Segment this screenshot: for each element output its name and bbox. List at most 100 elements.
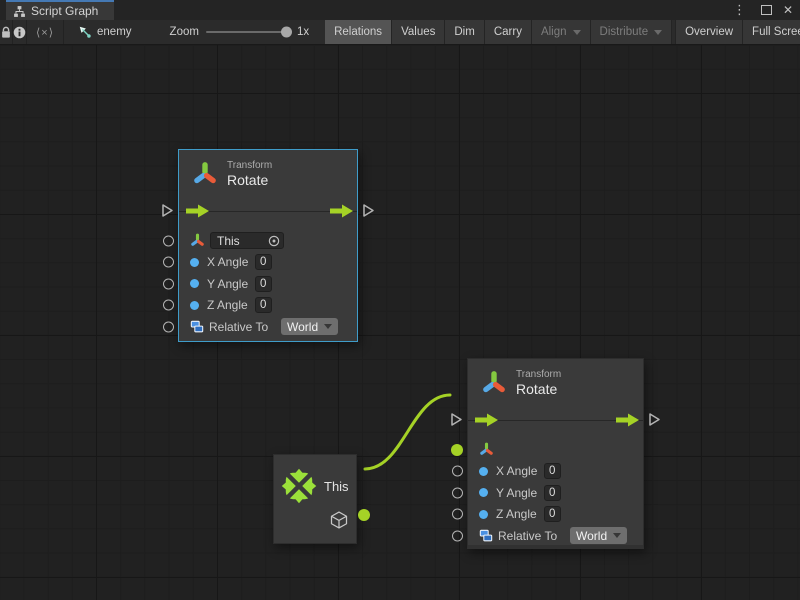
script-graph-asset-icon xyxy=(78,25,92,39)
flow-input-port[interactable] xyxy=(162,204,174,218)
z-angle-row: Z Angle 0 xyxy=(179,295,357,317)
node-rotate-selected[interactable]: Transform Rotate This xyxy=(178,149,358,342)
zoom-value: 1x xyxy=(297,26,309,38)
graph-toolbar: ⟨×⟩ enemy Zoom 1x Relations Values Dim C… xyxy=(0,20,800,45)
y-angle-row: Y Angle 0 xyxy=(468,482,643,504)
node-header: Transform Rotate xyxy=(468,359,643,405)
x-angle-row: X Angle 0 xyxy=(179,252,357,274)
window-tab-bar: Script Graph ⋮ ✕ xyxy=(0,0,800,20)
flow-ports-row xyxy=(179,196,357,226)
this-output-port[interactable] xyxy=(358,509,370,521)
float-type-icon xyxy=(479,467,488,476)
info-icon xyxy=(13,26,26,39)
transform-icon xyxy=(192,161,218,187)
flow-in-arrow-icon xyxy=(475,414,498,427)
chevron-down-icon xyxy=(613,533,621,538)
node-header: This xyxy=(274,455,356,504)
float-type-icon xyxy=(479,488,488,497)
values-button[interactable]: Values xyxy=(392,20,445,44)
float-type-icon xyxy=(479,510,488,519)
graph-name: enemy xyxy=(97,26,132,38)
relative-to-row: Relative To World xyxy=(468,525,643,547)
relative-to-dropdown[interactable]: World xyxy=(281,318,338,335)
float-type-icon xyxy=(190,301,199,310)
transform-icon xyxy=(190,233,205,248)
window-menu-icon[interactable]: ⋮ xyxy=(733,0,746,20)
dim-button[interactable]: Dim xyxy=(445,20,484,44)
this-self-icon xyxy=(281,468,317,504)
flow-out-arrow-icon xyxy=(330,205,353,218)
relative-to-row: Relative To World xyxy=(179,316,357,338)
value-input-port[interactable] xyxy=(452,509,463,520)
zoom-slider-handle[interactable] xyxy=(281,27,292,38)
float-type-icon xyxy=(190,258,199,267)
transform-icon xyxy=(481,370,507,396)
info-button[interactable] xyxy=(13,20,27,44)
chevron-down-icon xyxy=(654,30,662,35)
target-row-connected xyxy=(468,439,643,461)
node-rotate-connected[interactable]: Transform Rotate X Angle 0 xyxy=(467,358,644,549)
fullscreen-button[interactable]: Full Screen xyxy=(743,20,800,44)
zoom-control: Zoom 1x xyxy=(142,20,320,44)
node-category: Transform xyxy=(516,369,561,381)
value-input-port[interactable] xyxy=(452,487,463,498)
node-category: Transform xyxy=(227,160,272,172)
relations-button[interactable]: Relations xyxy=(325,20,392,44)
overview-button[interactable]: Overview xyxy=(676,20,743,44)
flow-output-port[interactable] xyxy=(363,204,375,218)
node-this[interactable]: This xyxy=(273,454,357,544)
flow-in-arrow-icon xyxy=(186,205,209,218)
value-input-port[interactable] xyxy=(163,321,174,332)
graph-canvas[interactable]: Transform Rotate This xyxy=(0,45,800,600)
distribute-dropdown[interactable]: Distribute xyxy=(591,20,673,44)
node-title: This xyxy=(324,479,349,494)
object-picker-icon[interactable] xyxy=(268,235,280,247)
target-row: This xyxy=(179,230,357,252)
align-dropdown[interactable]: Align xyxy=(532,20,591,44)
value-input-port[interactable] xyxy=(452,530,463,541)
value-input-port[interactable] xyxy=(163,278,174,289)
carry-button[interactable]: Carry xyxy=(485,20,532,44)
enum-type-icon xyxy=(190,320,204,334)
value-input-port[interactable] xyxy=(163,257,174,268)
node-title: Rotate xyxy=(516,381,561,397)
flow-input-port[interactable] xyxy=(451,413,463,427)
graph-icon xyxy=(13,5,26,18)
relative-to-dropdown[interactable]: World xyxy=(570,527,627,544)
y-angle-field[interactable]: 0 xyxy=(255,276,272,292)
z-angle-field[interactable]: 0 xyxy=(544,506,561,522)
window-maximize-icon[interactable] xyxy=(761,0,772,20)
y-angle-field[interactable]: 0 xyxy=(544,485,561,501)
graph-reference[interactable]: enemy xyxy=(64,20,142,44)
tab-script-graph[interactable]: Script Graph xyxy=(6,0,114,20)
lock-icon xyxy=(0,26,12,39)
value-input-port[interactable] xyxy=(163,300,174,311)
z-angle-row: Z Angle 0 xyxy=(468,504,643,526)
tab-title: Script Graph xyxy=(31,4,98,18)
y-angle-row: Y Angle 0 xyxy=(179,273,357,295)
connection-wire xyxy=(0,45,800,600)
flow-ports-row xyxy=(468,405,643,435)
transform-icon xyxy=(479,442,494,457)
flow-out-arrow-icon xyxy=(616,414,639,427)
chevron-down-icon xyxy=(573,30,581,35)
code-view-button[interactable]: ⟨×⟩ xyxy=(27,20,64,44)
connected-input-port[interactable] xyxy=(451,444,463,456)
gameobject-cube-icon xyxy=(329,510,349,530)
value-input-port[interactable] xyxy=(163,235,174,246)
target-object-field[interactable]: This xyxy=(210,232,284,249)
x-angle-field[interactable]: 0 xyxy=(255,254,272,270)
node-header: Transform Rotate xyxy=(179,150,357,196)
toolbar-buttons: Relations Values Dim Carry Align Distrib… xyxy=(325,20,800,44)
chevron-down-icon xyxy=(324,324,332,329)
window-close-icon[interactable]: ✕ xyxy=(783,0,793,20)
value-input-port[interactable] xyxy=(452,466,463,477)
flow-output-port[interactable] xyxy=(649,413,661,427)
enum-type-icon xyxy=(479,529,493,543)
lock-button[interactable] xyxy=(0,20,13,44)
z-angle-field[interactable]: 0 xyxy=(255,297,272,313)
float-type-icon xyxy=(190,279,199,288)
zoom-slider[interactable] xyxy=(206,31,290,33)
x-angle-field[interactable]: 0 xyxy=(544,463,561,479)
x-angle-row: X Angle 0 xyxy=(468,461,643,483)
